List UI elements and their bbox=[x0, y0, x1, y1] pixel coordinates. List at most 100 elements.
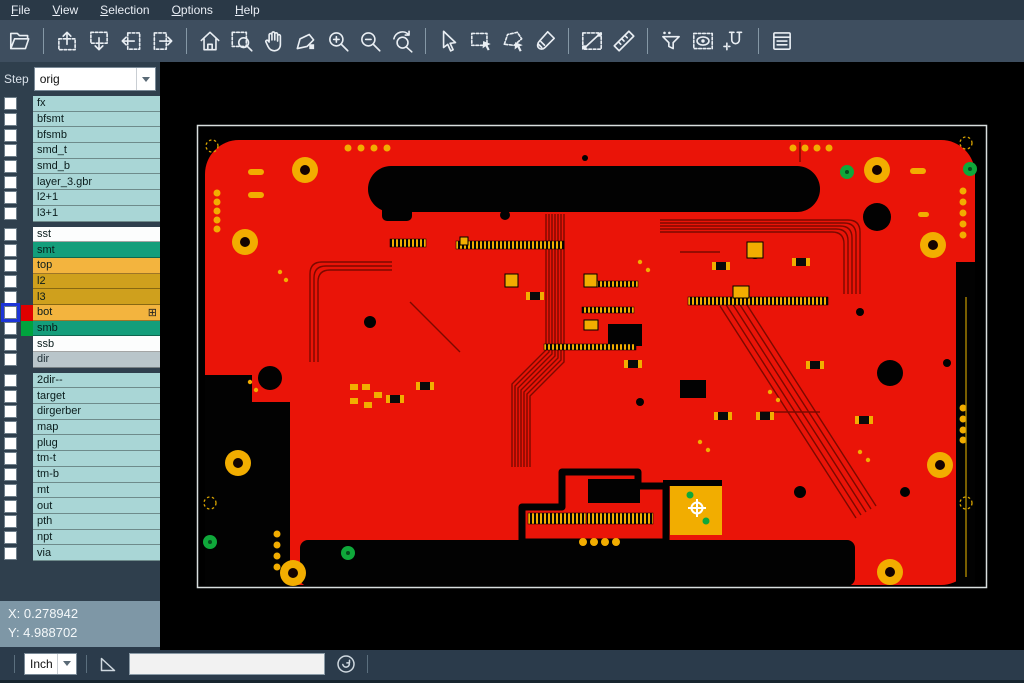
layer-label[interactable]: fx bbox=[33, 96, 160, 112]
pan-hand-button[interactable] bbox=[258, 25, 290, 57]
layer-label[interactable]: target bbox=[33, 388, 160, 404]
measure-box-button[interactable] bbox=[576, 25, 608, 57]
layer-checkbox[interactable] bbox=[4, 468, 17, 481]
import-left-button[interactable] bbox=[115, 25, 147, 57]
menu-view[interactable]: View bbox=[41, 1, 89, 20]
layer-checkbox[interactable] bbox=[4, 228, 17, 241]
layer-label[interactable]: layer_3.gbr bbox=[33, 174, 160, 190]
zoom-out-button[interactable] bbox=[354, 25, 386, 57]
layer-label[interactable]: smb bbox=[33, 321, 160, 337]
layer-checkbox[interactable] bbox=[4, 191, 17, 204]
layer-checkbox[interactable] bbox=[4, 129, 17, 142]
layer-checkbox[interactable] bbox=[4, 500, 17, 513]
clean-brush-button[interactable] bbox=[529, 25, 561, 57]
report-panel-button[interactable] bbox=[766, 25, 798, 57]
layer-label[interactable]: sst bbox=[33, 227, 160, 243]
layer-checkbox[interactable] bbox=[4, 405, 17, 418]
layer-checkbox[interactable] bbox=[4, 306, 17, 319]
layer-checkbox[interactable] bbox=[4, 421, 17, 434]
select-rectangle-button[interactable] bbox=[465, 25, 497, 57]
layer-row-tm-b: tm-b bbox=[0, 467, 160, 483]
menu-options[interactable]: Options bbox=[161, 1, 224, 20]
layer-label[interactable]: l3 bbox=[33, 289, 160, 305]
open-folder-button[interactable] bbox=[4, 25, 36, 57]
layer-checkbox[interactable] bbox=[4, 484, 17, 497]
layer-checkbox[interactable] bbox=[4, 244, 17, 257]
layer-checkbox[interactable] bbox=[4, 547, 17, 560]
layer-label[interactable]: l3+1 bbox=[33, 206, 160, 222]
layer-label[interactable]: bfsmb bbox=[33, 127, 160, 143]
layer-checkbox-cell bbox=[0, 274, 21, 290]
layer-checkbox[interactable] bbox=[4, 113, 17, 126]
layer-checkbox[interactable] bbox=[4, 353, 17, 366]
zoom-polygon-button[interactable] bbox=[290, 25, 322, 57]
layer-checkbox[interactable] bbox=[4, 390, 17, 403]
layer-checkbox-cell bbox=[0, 530, 21, 546]
layer-label[interactable]: 2dir-- bbox=[33, 373, 160, 389]
units-select[interactable]: Inch bbox=[24, 653, 77, 675]
layer-label[interactable]: tm-t bbox=[33, 451, 160, 467]
layer-checkbox[interactable] bbox=[4, 160, 17, 173]
layer-label[interactable]: smd_t bbox=[33, 143, 160, 159]
select-pointer-button[interactable] bbox=[433, 25, 465, 57]
chevron-down-icon[interactable] bbox=[57, 654, 76, 674]
zoom-window-button[interactable] bbox=[226, 25, 258, 57]
layer-color-swatch bbox=[21, 483, 33, 499]
layer-label[interactable]: l2+1 bbox=[33, 190, 160, 206]
layer-checkbox[interactable] bbox=[4, 207, 17, 220]
layer-checkbox[interactable] bbox=[4, 97, 17, 110]
layer-label[interactable]: smd_b bbox=[33, 159, 160, 175]
layer-group: sst smt top l2 l3 bot⊞ smb ssb d bbox=[0, 227, 160, 368]
layer-checkbox[interactable] bbox=[4, 322, 17, 335]
layer-checkbox[interactable] bbox=[4, 144, 17, 157]
layer-label[interactable]: smt bbox=[33, 242, 160, 258]
snap-magnet-button[interactable] bbox=[719, 25, 751, 57]
refresh-icon[interactable] bbox=[334, 652, 358, 676]
filter-button[interactable] bbox=[655, 25, 687, 57]
layer-label[interactable]: map bbox=[33, 420, 160, 436]
select-polygon-button[interactable] bbox=[497, 25, 529, 57]
layer-label[interactable]: npt bbox=[33, 530, 160, 546]
layer-label[interactable]: pth bbox=[33, 514, 160, 530]
layer-label[interactable]: dir bbox=[33, 352, 160, 368]
layer-label[interactable]: bot⊞ bbox=[33, 305, 160, 321]
layer-checkbox[interactable] bbox=[4, 452, 17, 465]
layer-checkbox[interactable] bbox=[4, 437, 17, 450]
layer-checkbox[interactable] bbox=[4, 374, 17, 387]
layer-color-swatch bbox=[21, 190, 33, 206]
layer-checkbox[interactable] bbox=[4, 259, 17, 272]
import-up-button[interactable] bbox=[51, 25, 83, 57]
import-right-button[interactable] bbox=[147, 25, 179, 57]
layer-label[interactable]: out bbox=[33, 498, 160, 514]
layer-label[interactable]: tm-b bbox=[33, 467, 160, 483]
layer-label[interactable]: dirgerber bbox=[33, 404, 160, 420]
menu-help[interactable]: Help bbox=[224, 1, 271, 20]
command-input[interactable] bbox=[129, 653, 325, 675]
layer-checkbox[interactable] bbox=[4, 338, 17, 351]
layer-checkbox[interactable] bbox=[4, 176, 17, 189]
layer-label[interactable]: via bbox=[33, 545, 160, 561]
pcb-canvas[interactable] bbox=[160, 62, 1024, 647]
layer-checkbox[interactable] bbox=[4, 275, 17, 288]
layer-label[interactable]: bfsmt bbox=[33, 112, 160, 128]
import-down-button[interactable] bbox=[83, 25, 115, 57]
ruler-button[interactable] bbox=[608, 25, 640, 57]
layer-checkbox[interactable] bbox=[4, 531, 17, 544]
corner-measure-icon[interactable] bbox=[96, 652, 120, 676]
layer-label[interactable]: top bbox=[33, 258, 160, 274]
zoom-reset-icon bbox=[389, 28, 415, 54]
layer-label[interactable]: ssb bbox=[33, 336, 160, 352]
layer-checkbox[interactable] bbox=[4, 515, 17, 528]
layer-label[interactable]: mt bbox=[33, 483, 160, 499]
zoom-in-button[interactable] bbox=[322, 25, 354, 57]
layer-checkbox[interactable] bbox=[4, 291, 17, 304]
highlight-window-button[interactable] bbox=[687, 25, 719, 57]
step-select[interactable]: orig bbox=[34, 67, 156, 91]
chevron-down-icon[interactable] bbox=[136, 68, 155, 90]
menu-file[interactable]: File bbox=[0, 1, 41, 20]
layer-label[interactable]: l2 bbox=[33, 274, 160, 290]
menu-selection[interactable]: Selection bbox=[89, 1, 160, 20]
zoom-reset-button[interactable] bbox=[386, 25, 418, 57]
layer-label[interactable]: plug bbox=[33, 435, 160, 451]
home-view-button[interactable] bbox=[194, 25, 226, 57]
